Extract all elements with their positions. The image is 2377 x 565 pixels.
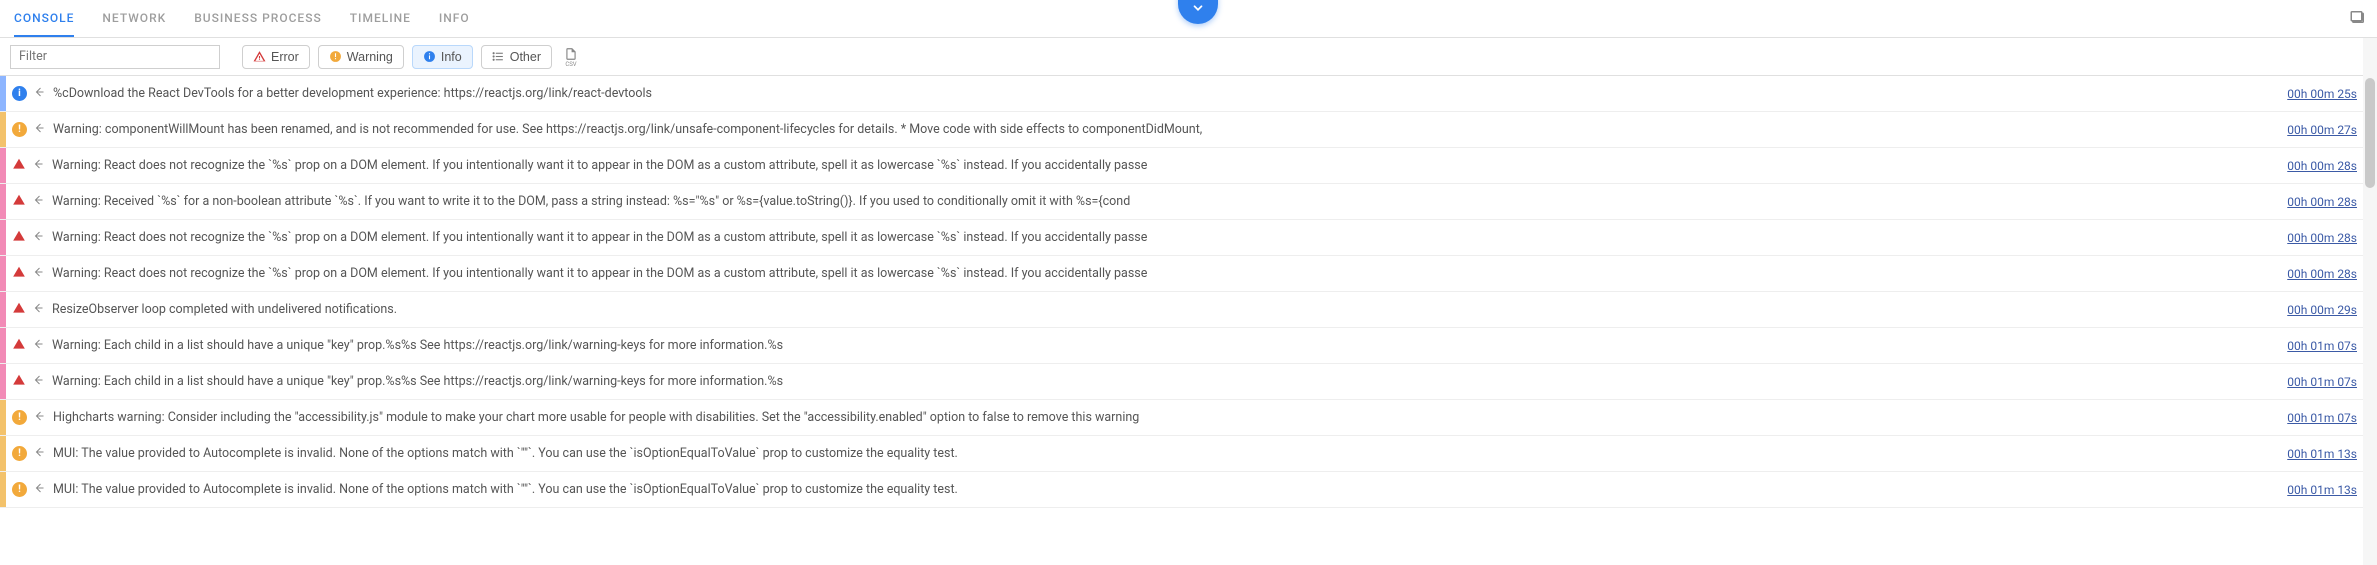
log-row[interactable]: ResizeObserver loop completed with undel… — [0, 292, 2377, 328]
log-timestamp[interactable]: 00h 00m 29s — [2287, 303, 2357, 317]
log-row[interactable]: i %cDownload the React DevTools for a bet… — [0, 76, 2377, 112]
log-row[interactable]: ! Warning: componentWillMount has been re… — [0, 112, 2377, 148]
row-icons: ! — [6, 122, 53, 137]
warning-icon: ! — [12, 122, 27, 137]
row-icons — [6, 301, 52, 319]
tab-console[interactable]: CONSOLE — [14, 0, 74, 37]
log-timestamp[interactable]: 00h 00m 28s — [2287, 231, 2357, 245]
log-message: Warning: React does not recognize the `%… — [52, 266, 2287, 281]
filter-input[interactable] — [10, 45, 220, 69]
log-row[interactable]: Warning: React does not recognize the `%… — [0, 220, 2377, 256]
error-icon — [12, 301, 26, 319]
row-icons — [6, 193, 52, 211]
log-row[interactable]: Warning: Each child in a list should hav… — [0, 328, 2377, 364]
log-row[interactable]: ! MUI: The value provided to Autocomplete… — [0, 436, 2377, 472]
log-row[interactable]: Warning: Received `%s` for a non-boolean… — [0, 184, 2377, 220]
log-row[interactable]: Warning: React does not recognize the `%… — [0, 148, 2377, 184]
expand-arrow-icon[interactable] — [33, 446, 45, 461]
expand-arrow-icon[interactable] — [32, 230, 44, 245]
log-row[interactable]: Warning: React does not recognize the `%… — [0, 256, 2377, 292]
expand-arrow-icon[interactable] — [32, 374, 44, 389]
row-icons: ! — [6, 446, 53, 461]
row-icons — [6, 157, 52, 175]
export-csv-button[interactable]: CSV — [564, 46, 578, 68]
log-timestamp[interactable]: 00h 01m 07s — [2287, 339, 2357, 353]
expand-arrow-icon[interactable] — [32, 338, 44, 353]
warning-icon: ! — [12, 410, 27, 425]
expand-arrow-icon[interactable] — [32, 194, 44, 209]
expand-arrow-icon[interactable] — [33, 482, 45, 497]
console-log-list: i %cDownload the React DevTools for a bet… — [0, 76, 2377, 508]
log-message: Warning: Each child in a list should hav… — [52, 338, 2287, 353]
expand-arrow-icon[interactable] — [33, 410, 45, 425]
log-timestamp[interactable]: 00h 00m 27s — [2287, 123, 2357, 137]
log-message: Warning: React does not recognize the `%… — [52, 230, 2287, 245]
chevron-down-icon — [1191, 1, 1205, 15]
error-icon — [253, 50, 266, 63]
log-message: ResizeObserver loop completed with undel… — [52, 302, 2287, 317]
scrollbar-thumb[interactable] — [2365, 78, 2375, 188]
error-icon — [12, 373, 26, 391]
log-timestamp[interactable]: 00h 01m 07s — [2287, 375, 2357, 389]
file-icon — [564, 46, 578, 62]
log-timestamp[interactable]: 00h 01m 13s — [2287, 447, 2357, 461]
log-message: Warning: React does not recognize the `%… — [52, 158, 2287, 173]
row-icons — [6, 265, 52, 283]
filter-info-button[interactable]: Info — [412, 45, 473, 69]
error-icon — [12, 337, 26, 355]
warning-icon: ! — [12, 482, 27, 497]
row-icons: ! — [6, 410, 53, 425]
row-icons — [6, 373, 52, 391]
tab-info[interactable]: INFO — [439, 0, 470, 37]
log-timestamp[interactable]: 00h 00m 28s — [2287, 159, 2357, 173]
log-timestamp[interactable]: 00h 00m 28s — [2287, 195, 2357, 209]
filter-warning-label: Warning — [347, 50, 393, 64]
scrollbar-track[interactable] — [2363, 38, 2377, 565]
row-icons — [6, 229, 52, 247]
expand-arrow-icon[interactable] — [32, 302, 44, 317]
expand-arrow-icon[interactable] — [32, 266, 44, 281]
log-row[interactable]: Warning: Each child in a list should hav… — [0, 364, 2377, 400]
filter-error-button[interactable]: Error — [242, 45, 310, 69]
log-timestamp[interactable]: 00h 00m 28s — [2287, 267, 2357, 281]
list-icon — [492, 50, 505, 63]
log-message: Warning: Each child in a list should hav… — [52, 374, 2287, 389]
console-toolbar: Error Warning Info Other CSV — [0, 38, 2377, 76]
filter-other-label: Other — [510, 50, 541, 64]
row-icons: i — [6, 86, 53, 101]
log-timestamp[interactable]: 00h 01m 07s — [2287, 411, 2357, 425]
info-icon — [423, 50, 436, 63]
filter-warning-button[interactable]: Warning — [318, 45, 404, 69]
tab-timeline[interactable]: TIMELINE — [350, 0, 411, 37]
tab-business-process[interactable]: BUSINESS PROCESS — [194, 0, 322, 37]
log-message: Warning: componentWillMount has been ren… — [53, 122, 2287, 137]
log-timestamp[interactable]: 00h 01m 13s — [2287, 483, 2357, 497]
expand-arrow-icon[interactable] — [32, 158, 44, 173]
export-csv-label: CSV — [565, 62, 576, 68]
warning-icon: ! — [12, 446, 27, 461]
warning-icon — [329, 50, 342, 63]
error-icon — [12, 265, 26, 283]
tab-network[interactable]: NETWORK — [102, 0, 166, 37]
error-icon — [12, 229, 26, 247]
log-message: Highcharts warning: Consider including t… — [53, 410, 2287, 425]
info-icon: i — [12, 86, 27, 101]
expand-arrow-icon[interactable] — [33, 122, 45, 137]
row-icons: ! — [6, 482, 53, 497]
log-timestamp[interactable]: 00h 00m 25s — [2287, 87, 2357, 101]
error-icon — [12, 193, 26, 211]
log-row[interactable]: ! MUI: The value provided to Autocomplete… — [0, 472, 2377, 508]
error-icon — [12, 157, 26, 175]
log-message: MUI: The value provided to Autocomplete … — [53, 482, 2287, 497]
popout-window-button[interactable] — [2349, 8, 2367, 26]
log-message: MUI: The value provided to Autocomplete … — [53, 446, 2287, 461]
expand-arrow-icon[interactable] — [33, 86, 45, 101]
log-row[interactable]: ! Highcharts warning: Consider including … — [0, 400, 2377, 436]
log-message: %cDownload the React DevTools for a bett… — [53, 86, 2287, 101]
filter-info-label: Info — [441, 50, 462, 64]
log-message: Warning: Received `%s` for a non-boolean… — [52, 194, 2287, 209]
filter-error-label: Error — [271, 50, 299, 64]
row-icons — [6, 337, 52, 355]
filter-other-button[interactable]: Other — [481, 45, 552, 69]
